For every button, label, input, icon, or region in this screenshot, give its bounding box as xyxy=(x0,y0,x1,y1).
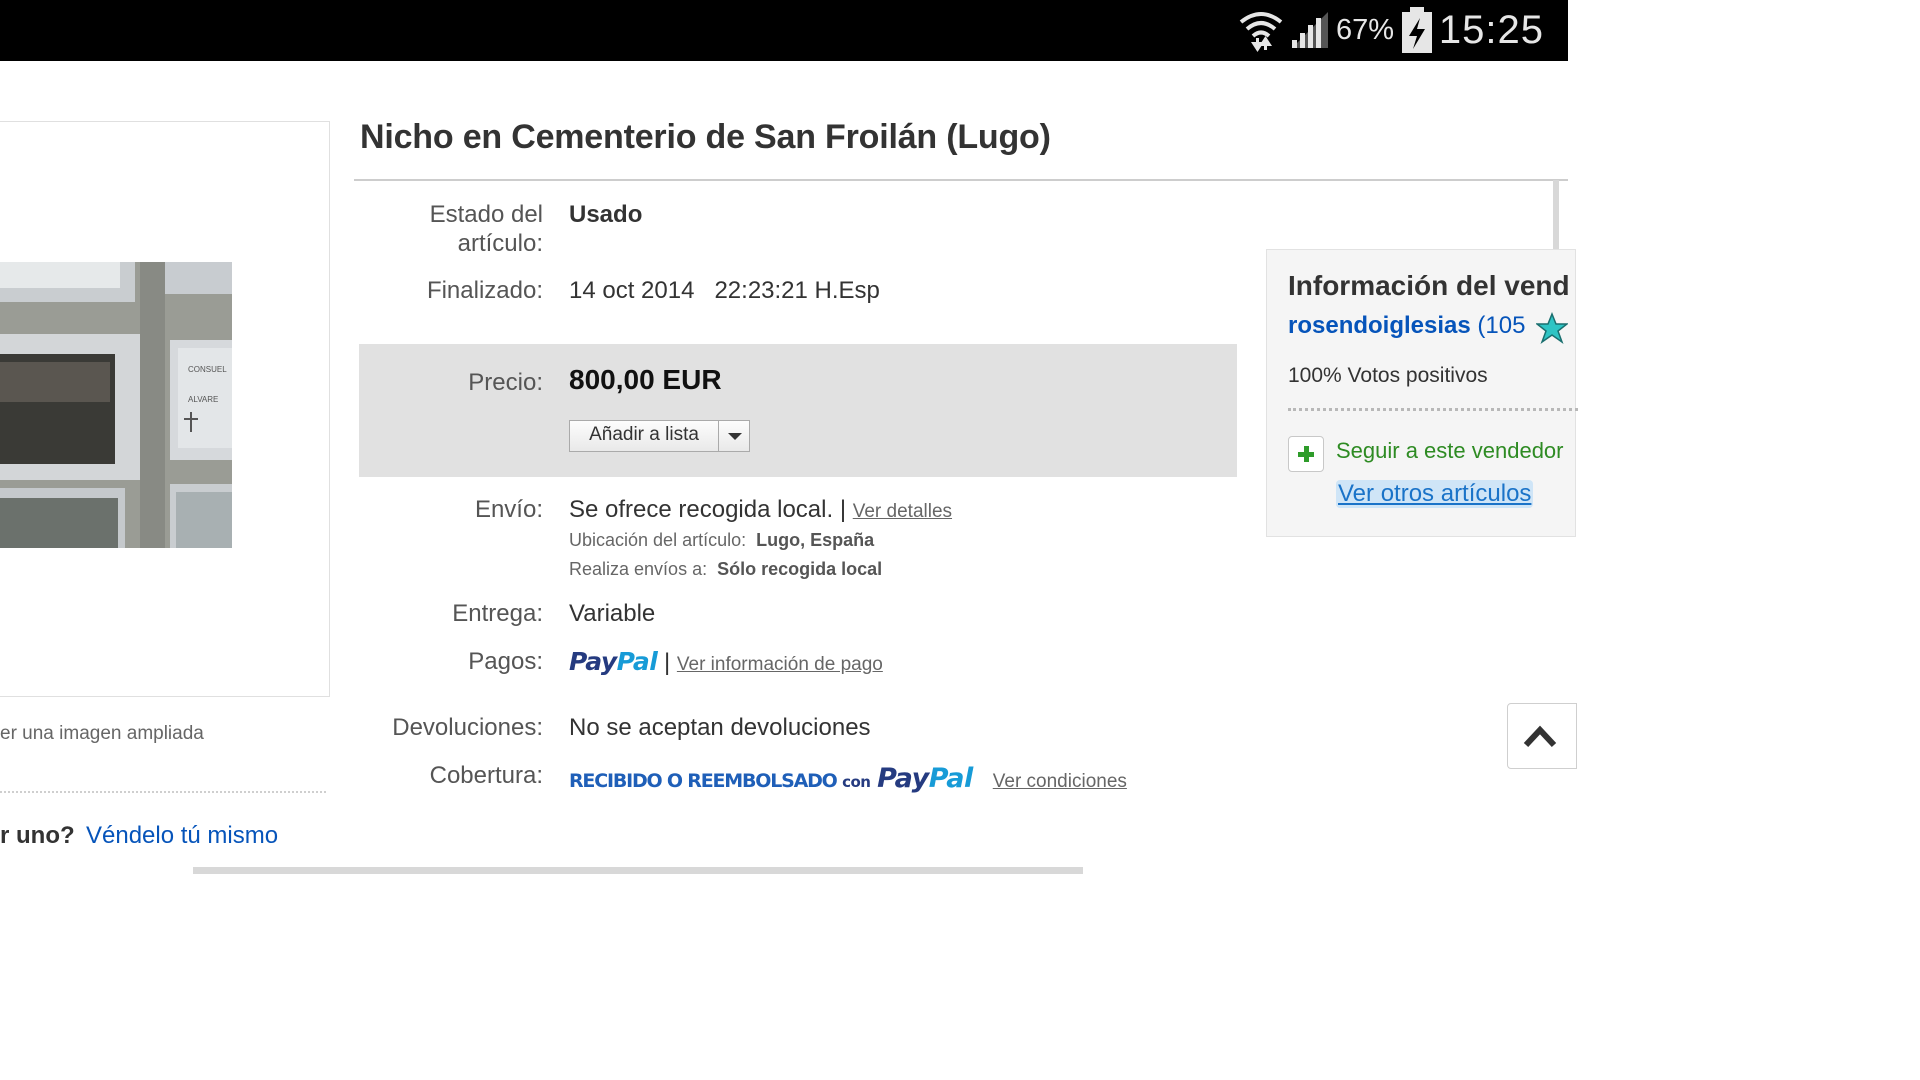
delivery-value: Variable xyxy=(569,600,656,627)
ships-to-label: Realiza envíos a: xyxy=(569,559,708,579)
seller-feedback-count[interactable]: (105 xyxy=(1477,312,1525,339)
ended-date: 14 oct 2014 xyxy=(569,277,695,304)
condition-label-line1: Estado del xyxy=(429,201,543,228)
payments-row: PayPal | Ver información de pago xyxy=(569,647,883,679)
shipping-details-link[interactable]: Ver detalles xyxy=(853,501,952,522)
payment-info-link[interactable]: Ver información de pago xyxy=(677,654,883,675)
seller-positive-feedback: 100% Votos positivos xyxy=(1288,364,1488,387)
money-back-guarantee-logo: RECIBIDO O REEMBOLSADO con xyxy=(569,770,871,792)
price-box xyxy=(359,344,1237,477)
ended-label: Finalizado: xyxy=(426,277,543,304)
seller-name-row: rosendoiglesias (105 xyxy=(1288,312,1525,340)
enlarge-image-text[interactable]: er una imagen ampliada xyxy=(0,723,204,745)
location-value: Lugo, España xyxy=(756,530,875,550)
location-label: Ubicación del artículo: xyxy=(569,530,747,550)
payments-separator: | xyxy=(663,649,671,676)
other-items-link[interactable]: Ver otros artículos xyxy=(1336,480,1534,508)
svg-text:CONSUEL: CONSUEL xyxy=(188,365,227,374)
condition-label-line2: artículo: xyxy=(457,230,543,257)
wifi-icon xyxy=(1239,12,1283,52)
status-bar: 67% 15:25 xyxy=(0,0,1568,61)
add-to-list-button[interactable]: Añadir a lista xyxy=(569,420,719,452)
follow-seller-link[interactable]: Seguir a este vendedor xyxy=(1336,438,1564,464)
horizontal-scrollbar[interactable] xyxy=(193,867,1083,874)
add-to-list-dropdown-icon[interactable] xyxy=(718,420,750,452)
seller-name-link[interactable]: rosendoiglesias xyxy=(1288,312,1471,339)
ships-to-row: Realiza envíos a: Sólo recogida local xyxy=(569,555,882,584)
shipping-label: Envío: xyxy=(474,496,543,523)
ended-time: 22:23:21 H.Esp xyxy=(714,277,880,304)
follow-plus-icon[interactable] xyxy=(1288,436,1324,472)
sell-question: r uno? xyxy=(0,822,75,849)
returns-label: Devoluciones: xyxy=(392,714,543,741)
condition-label: Estado del artículo: xyxy=(430,200,543,258)
coverage-row: RECIBIDO O REEMBOLSADO con PayPal Ver co… xyxy=(569,764,1127,797)
price-label: Precio: xyxy=(468,369,543,396)
seller-divider xyxy=(1288,408,1578,411)
location-row: Ubicación del artículo: Lugo, España xyxy=(569,526,874,555)
sell-yourself-link[interactable]: Véndelo tú mismo xyxy=(86,822,278,850)
divider xyxy=(0,791,326,793)
shipping-value: Se ofrece recogida local. xyxy=(569,496,834,523)
shipping-value-row: Se ofrece recogida local. | Ver detalles xyxy=(569,495,952,526)
battery-percentage: 67% xyxy=(1336,14,1395,46)
ships-to-value: Sólo recogida local xyxy=(717,559,883,579)
signal-icon xyxy=(1292,12,1328,48)
coverage-label: Cobertura: xyxy=(429,762,543,789)
svg-text:ALVARE: ALVARE xyxy=(188,395,218,404)
seller-info-title: Información del vend xyxy=(1288,270,1570,301)
paypal-logo-coverage: PayPal xyxy=(877,763,973,794)
star-icon xyxy=(1536,312,1568,344)
item-title: Nicho en Cementerio de San Froilán (Lugo… xyxy=(360,118,1051,156)
returns-value: No se aceptan devoluciones xyxy=(569,714,871,741)
coverage-conditions-link[interactable]: Ver condiciones xyxy=(993,771,1127,792)
title-divider xyxy=(354,179,1568,181)
ended-value: 14 oct 2014 22:23:21 H.Esp xyxy=(569,276,880,305)
price-value: 800,00 EUR xyxy=(569,364,722,395)
paypal-logo: PayPal xyxy=(569,647,658,676)
battery-charging-icon xyxy=(1402,7,1432,53)
payments-label: Pagos: xyxy=(468,648,543,675)
vertical-scrollbar[interactable] xyxy=(1553,180,1559,250)
chevron-up-icon xyxy=(1523,725,1557,748)
condition-value: Usado xyxy=(569,201,643,228)
item-photo[interactable]: CONSUEL ALVARE xyxy=(0,262,232,548)
delivery-label: Entrega: xyxy=(452,600,543,627)
back-to-top-button[interactable] xyxy=(1507,703,1577,769)
clock: 15:25 xyxy=(1438,8,1544,52)
shipping-separator: | xyxy=(839,496,847,523)
